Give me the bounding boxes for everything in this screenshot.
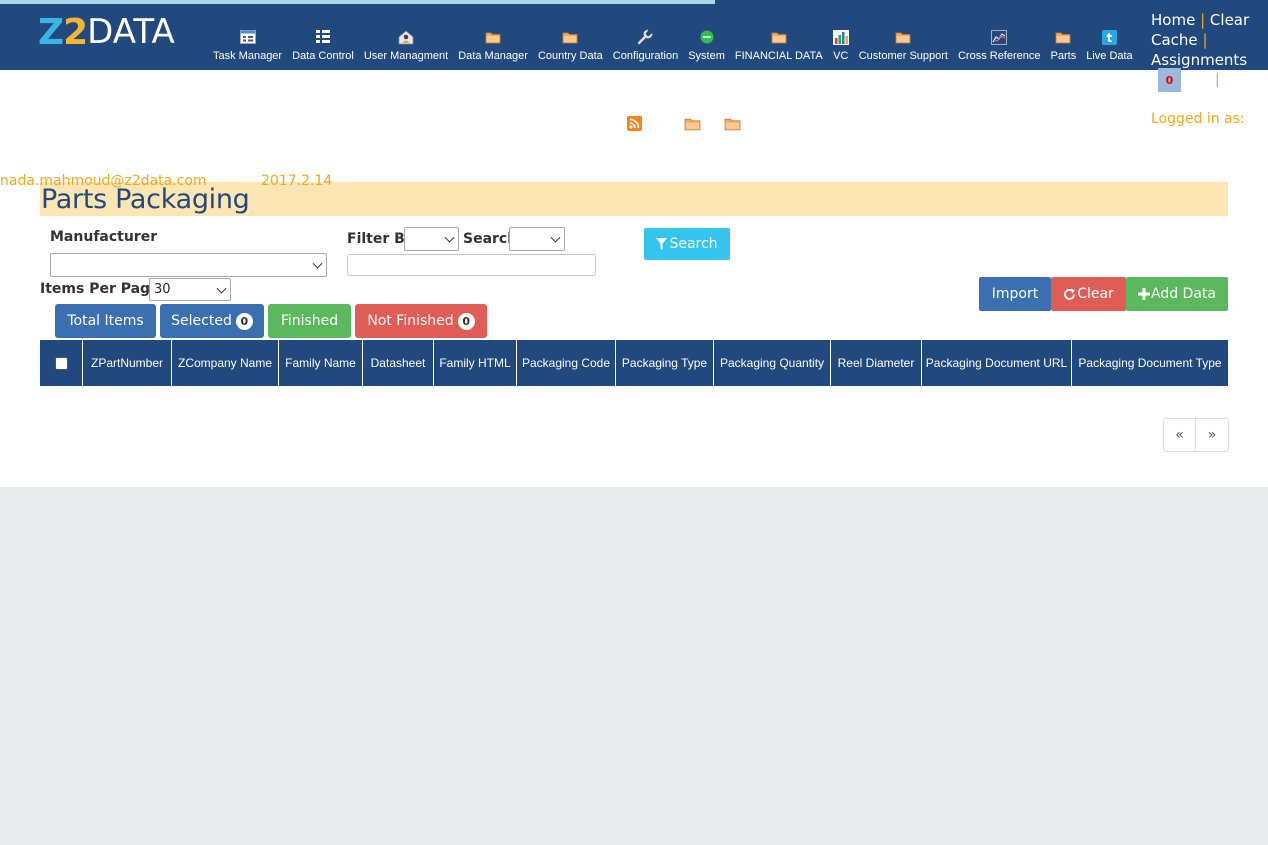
link-separator: |	[1215, 72, 1220, 88]
nav-task-manager[interactable]: Task Manager	[208, 28, 287, 62]
chevron-down-icon	[216, 283, 227, 294]
svg-text:t: t	[1107, 31, 1113, 45]
search-input[interactable]	[347, 254, 596, 276]
app-version: 2017.2.14	[261, 173, 333, 189]
nav-configuration[interactable]: Configuration	[608, 28, 683, 62]
nav-customer-support[interactable]: Customer Support	[854, 28, 953, 62]
plus-icon	[1138, 288, 1150, 300]
column-header[interactable]: ZCompany Name	[172, 340, 279, 386]
z2data-logo[interactable]: Z 2 DATA	[38, 12, 175, 53]
column-header[interactable]: Packaging Document URL	[922, 340, 1072, 386]
loading-progress-bar	[0, 0, 715, 4]
filter-icon	[656, 238, 668, 250]
data-control-icon	[315, 28, 330, 46]
nav-vc[interactable]: VC	[828, 28, 854, 62]
select-all-checkbox[interactable]	[54, 356, 68, 370]
manufacturer-select[interactable]	[50, 253, 327, 277]
column-header[interactable]: Packaging Code	[517, 340, 616, 386]
link-separator: |	[1202, 31, 1208, 49]
bar-chart-icon	[832, 28, 849, 46]
nav-country-data[interactable]: Country Data	[533, 28, 608, 62]
filter-by-select[interactable]	[404, 227, 459, 251]
data-table-header: ZPartNumber ZCompany Name Family Name Da…	[40, 340, 1228, 386]
home-link[interactable]: Home	[1151, 11, 1195, 29]
next-page-button[interactable]: »	[1196, 419, 1228, 451]
column-header[interactable]: Family Name	[279, 340, 363, 386]
page-title-bar: Parts Packaging	[40, 182, 1228, 216]
tab-finished[interactable]: Finished	[268, 304, 351, 338]
line-chart-icon	[991, 28, 1008, 46]
logged-in-label: Logged in as:	[1151, 111, 1245, 127]
nav-user-management[interactable]: User Managment	[359, 28, 453, 62]
column-header[interactable]: Packaging Quantity	[714, 340, 831, 386]
user-management-icon	[398, 28, 414, 46]
search-button[interactable]: Search	[644, 228, 730, 260]
chevron-down-icon	[550, 232, 561, 243]
nav-data-manager[interactable]: Data Manager	[453, 28, 533, 62]
folder-icon	[895, 28, 911, 46]
folder-icon	[562, 28, 578, 46]
folder-icon[interactable]	[684, 116, 701, 135]
link-separator: |	[1200, 11, 1206, 29]
column-header[interactable]: Family HTML	[434, 340, 517, 386]
column-header[interactable]: Packaging Document Type	[1072, 340, 1228, 386]
folder-icon	[1055, 28, 1071, 46]
wrench-icon	[637, 28, 654, 46]
items-per-page-label: Items Per Page	[40, 281, 160, 297]
search-field-select[interactable]	[509, 227, 565, 251]
manufacturer-label: Manufacturer	[50, 229, 158, 245]
chevron-down-icon	[312, 258, 323, 269]
folder-icon[interactable]	[724, 116, 741, 135]
task-manager-icon	[239, 28, 256, 46]
refresh-icon	[1063, 288, 1076, 301]
column-header[interactable]: ZPartNumber	[83, 340, 172, 386]
folder-icon	[771, 28, 787, 46]
rss-icon[interactable]	[627, 116, 642, 135]
top-links: Home | Clear Cache | Assignments	[1151, 10, 1261, 70]
clear-button[interactable]: Clear	[1051, 277, 1126, 311]
tab-total-items[interactable]: Total Items	[55, 304, 156, 338]
not-finished-count-badge: 0	[457, 312, 475, 330]
tab-selected[interactable]: Selected 0	[160, 304, 264, 338]
nav-financial-data[interactable]: FINANCIAL DATA	[730, 28, 828, 62]
column-header[interactable]: Packaging Type	[616, 340, 714, 386]
nav-system[interactable]: System	[683, 28, 730, 62]
nav-live-data[interactable]: t Live Data	[1081, 28, 1137, 62]
add-data-button[interactable]: Add Data	[1126, 277, 1228, 311]
chevron-down-icon	[444, 232, 455, 243]
tab-not-finished[interactable]: Not Finished 0	[355, 304, 487, 338]
previous-page-button[interactable]: «	[1164, 419, 1196, 451]
selected-count-badge: 0	[235, 312, 253, 330]
green-dot-icon	[700, 28, 714, 46]
user-email: nada.mahmoud@z2data.com	[0, 173, 207, 189]
twitter-icon: t	[1101, 28, 1117, 46]
assignments-link[interactable]: Assignments	[1151, 51, 1247, 69]
top-navbar: Z 2 DATA Task Manager Data Control User Ma…	[0, 0, 1268, 70]
items-per-page-select[interactable]: 30	[149, 278, 231, 301]
import-button[interactable]: Import	[979, 277, 1051, 311]
select-all-cell	[40, 340, 83, 386]
notification-badge[interactable]: 0	[1158, 68, 1181, 92]
column-header[interactable]: Reel Diameter	[831, 340, 922, 386]
pagination: « »	[1163, 418, 1229, 452]
nav-cross-reference[interactable]: Cross Reference	[953, 28, 1046, 62]
nav-parts[interactable]: Parts	[1046, 28, 1082, 62]
nav-data-control[interactable]: Data Control	[287, 28, 359, 62]
folder-icon	[485, 28, 501, 46]
user-info: nada.mahmoud@z2data.com 2017.2.14	[0, 173, 332, 189]
column-header[interactable]: Datasheet	[363, 340, 434, 386]
main-nav: Task Manager Data Control User Managment…	[208, 28, 1138, 62]
